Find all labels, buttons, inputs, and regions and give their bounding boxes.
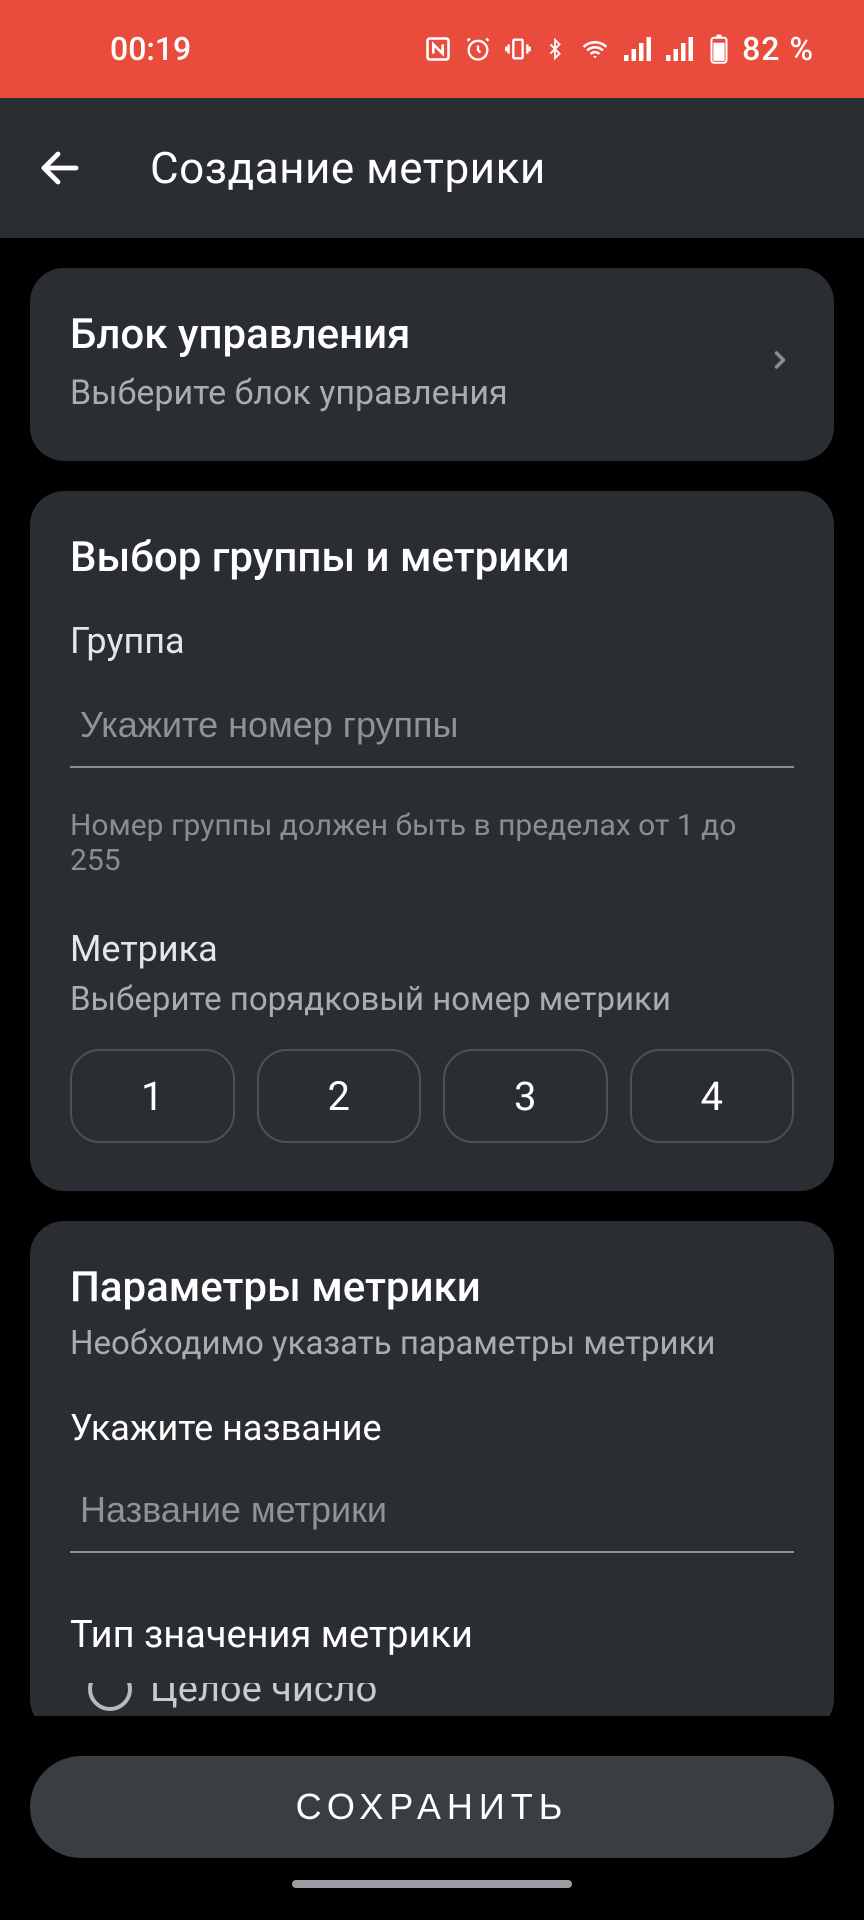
control-block-subtitle: Выберите блок управления: [70, 373, 508, 413]
vibrate-icon: [504, 35, 532, 63]
status-icons: 82 %: [424, 30, 814, 68]
metric-name-input[interactable]: [70, 1455, 794, 1553]
alarm-icon: [464, 35, 492, 63]
home-indicator[interactable]: [292, 1880, 572, 1888]
save-button[interactable]: СОХРАНИТЬ: [30, 1756, 834, 1858]
group-section-title: Выбор группы и метрики: [70, 533, 794, 582]
metric-option-3[interactable]: 3: [443, 1049, 608, 1143]
value-type-option-label: Целое число: [150, 1683, 377, 1711]
chevron-right-icon: [766, 340, 794, 384]
metric-option-4[interactable]: 4: [630, 1049, 795, 1143]
group-number-input[interactable]: [70, 670, 794, 768]
group-label: Группа: [70, 620, 794, 662]
control-block-card[interactable]: Блок управления Выберите блок управления: [30, 268, 834, 461]
nfc-icon: [424, 35, 452, 63]
metric-sublabel: Выберите порядковый номер метрики: [70, 980, 794, 1019]
group-metric-card: Выбор группы и метрики Группа Номер груп…: [30, 491, 834, 1191]
content-scroll[interactable]: Блок управления Выберите блок управления…: [0, 238, 864, 1716]
status-time: 00:19: [0, 30, 191, 68]
group-helper-text: Номер группы должен быть в пределах от 1…: [70, 808, 794, 878]
status-bar: 00:19 82 %: [0, 0, 864, 98]
wifi-icon: [578, 35, 612, 63]
battery-percent: 82 %: [742, 30, 814, 68]
params-title: Параметры метрики: [70, 1263, 794, 1312]
metric-label: Метрика: [70, 928, 794, 970]
signal-2-icon: [666, 36, 696, 62]
bluetooth-icon: [544, 35, 566, 63]
value-type-label: Тип значения метрики: [70, 1613, 794, 1657]
params-subtitle: Необходимо указать параметры метрики: [70, 1324, 794, 1363]
radio-unchecked-icon: [88, 1683, 132, 1711]
footer: СОХРАНИТЬ: [0, 1716, 864, 1920]
battery-icon: [708, 34, 730, 64]
value-type-option-integer[interactable]: Целое число: [70, 1683, 794, 1711]
metric-option-1[interactable]: 1: [70, 1049, 235, 1143]
control-block-title: Блок управления: [70, 310, 508, 359]
name-label: Укажите название: [70, 1407, 794, 1449]
arrow-left-icon: [36, 144, 84, 192]
app-bar: Создание метрики: [0, 98, 864, 238]
metric-options-row: 1 2 3 4: [70, 1049, 794, 1143]
page-title: Создание метрики: [150, 142, 546, 194]
params-card: Параметры метрики Необходимо указать пар…: [30, 1221, 834, 1716]
metric-option-2[interactable]: 2: [257, 1049, 422, 1143]
back-button[interactable]: [30, 138, 90, 198]
signal-1-icon: [624, 36, 654, 62]
